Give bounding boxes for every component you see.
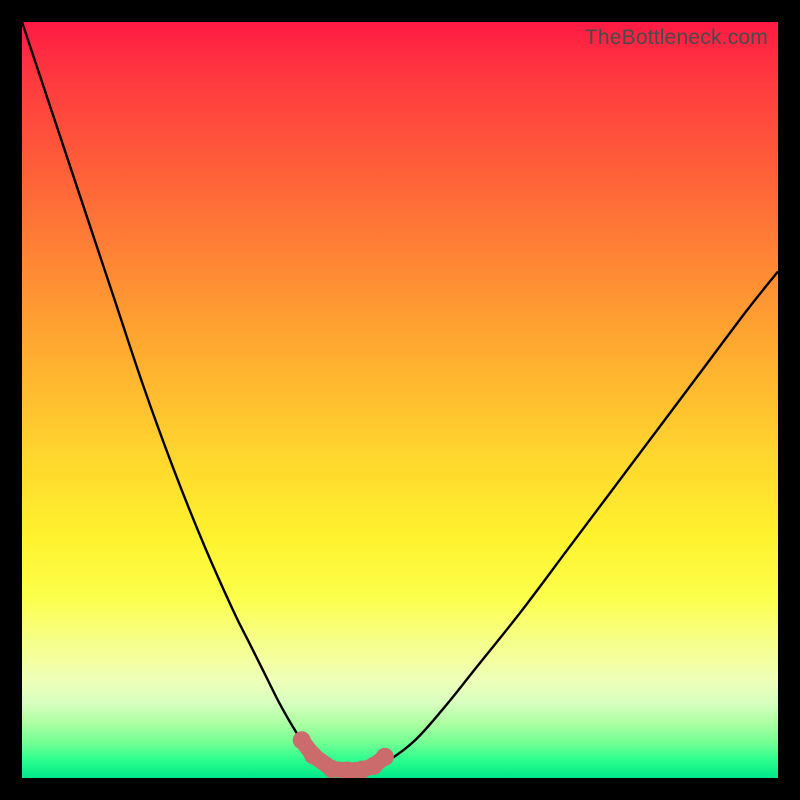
valley-marker (304, 746, 322, 764)
valley-marker (293, 731, 311, 749)
valley-marker (376, 748, 394, 766)
plot-area: TheBottleneck.com (22, 22, 778, 778)
curve-path (22, 22, 778, 771)
chart-frame: TheBottleneck.com (0, 0, 800, 800)
bottleneck-curve (22, 22, 778, 778)
valley-markers (293, 731, 394, 778)
attribution-label: TheBottleneck.com (585, 26, 768, 50)
